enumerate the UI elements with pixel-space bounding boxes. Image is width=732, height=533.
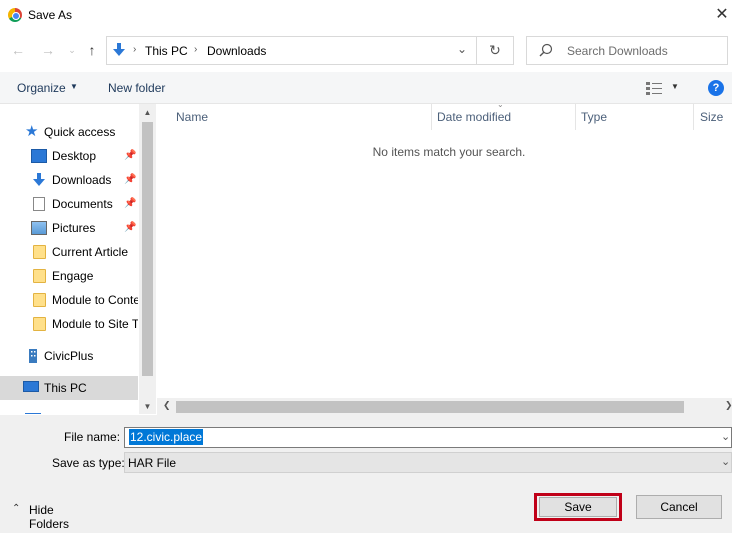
folder-icon [33, 293, 46, 307]
nav-item-documents[interactable]: Documents 📌 [0, 192, 138, 216]
nav-item-civicplus[interactable]: CivicPlus [0, 344, 138, 368]
nav-label: This PC [44, 381, 87, 395]
nav-item-this-pc[interactable]: This PC [0, 376, 138, 400]
search-icon [539, 43, 553, 57]
nav-item-quick-access[interactable]: ★ Quick access [0, 120, 138, 144]
navigation-pane[interactable]: ★ Quick access Desktop 📌 Downloads 📌 Doc… [0, 104, 156, 414]
search-placeholder: Search Downloads [567, 44, 668, 58]
scroll-down-icon[interactable]: ▼ [139, 398, 156, 415]
nav-label: Engage [52, 269, 94, 283]
command-bar: Organize ▼ New folder ▼ ? [0, 72, 732, 104]
file-name-label: File name: [64, 430, 121, 444]
hide-folders-label: Hide Folders [29, 503, 70, 531]
folder-icon [33, 269, 46, 283]
breadcrumb-separator[interactable]: › [194, 44, 197, 55]
building-icon [29, 349, 37, 363]
computer-icon [23, 381, 39, 392]
close-button[interactable]: ✕ [712, 5, 732, 25]
column-header-name[interactable]: Name [176, 104, 208, 130]
scroll-left-icon[interactable]: ❮ [163, 400, 171, 411]
column-header-size[interactable]: Size [700, 104, 723, 130]
window-title: Save As [28, 8, 73, 22]
caret-down-icon[interactable]: ▼ [70, 82, 78, 91]
nav-item-pictures[interactable]: Pictures 📌 [0, 216, 138, 240]
column-divider[interactable] [693, 104, 694, 130]
nav-item-module-to-site[interactable]: Module to Site T [0, 312, 138, 336]
search-input[interactable]: Search Downloads [526, 36, 728, 65]
new-folder-button[interactable]: New folder [108, 81, 165, 95]
nav-label: Module to Site T [52, 317, 138, 331]
file-name-value[interactable]: 12.civic.place [129, 429, 204, 445]
nav-label: Quick access [44, 125, 116, 139]
recent-locations-chevron-icon[interactable]: ⌄ [62, 40, 82, 60]
refresh-button[interactable]: ↻ [477, 36, 514, 65]
up-arrow-icon[interactable]: ↑ [82, 40, 102, 60]
caret-down-icon[interactable]: ▼ [671, 82, 679, 91]
nav-label: CivicPlus [44, 349, 94, 363]
horizontal-scroll-thumb[interactable] [176, 401, 684, 413]
nav-label: Pictures [52, 221, 96, 235]
column-divider[interactable] [431, 104, 432, 130]
chrome-icon [8, 8, 22, 22]
column-header-type[interactable]: Type [581, 104, 607, 130]
nav-item-downloads[interactable]: Downloads 📌 [0, 168, 138, 192]
pictures-icon [31, 221, 47, 235]
pin-icon: 📌 [124, 222, 137, 233]
column-divider[interactable] [575, 104, 576, 130]
nav-label: Documents [52, 197, 113, 211]
save-as-type-select[interactable]: HAR File ⌄ [124, 452, 732, 473]
caret-up-icon: ⌃ [12, 503, 21, 514]
pin-icon: 📌 [124, 198, 137, 209]
download-arrow-icon [33, 173, 45, 186]
save-form: File name: 12.civic.place ⌄ Save as type… [0, 415, 732, 533]
pin-icon: 📌 [124, 150, 137, 161]
desktop-icon [31, 149, 47, 163]
organize-button[interactable]: Organize [17, 81, 66, 95]
nav-item-module-to-content[interactable]: Module to Content [0, 288, 138, 312]
chevron-down-icon[interactable]: ⌄ [457, 42, 471, 56]
column-header-date-modified[interactable]: Date modified [437, 104, 511, 130]
save-button[interactable]: Save [539, 497, 617, 517]
nav-item-desktop[interactable]: Desktop 📌 [0, 144, 138, 168]
help-icon[interactable]: ? [708, 80, 724, 96]
download-arrow-icon [113, 43, 125, 56]
back-arrow-icon[interactable]: ← [8, 40, 28, 60]
nav-label: Downloads [52, 173, 112, 187]
nav-label: Module to Content [52, 293, 138, 307]
save-as-type-label: Save as type: [52, 456, 125, 470]
breadcrumb-this-pc[interactable]: This PC [145, 44, 188, 58]
star-icon: ★ [25, 123, 39, 140]
title-bar: Save As ✕ [0, 0, 732, 32]
address-bar[interactable]: › This PC › Downloads ⌄ [106, 36, 477, 65]
folder-icon [33, 245, 46, 259]
breadcrumb-separator: › [133, 44, 137, 55]
empty-message: No items match your search. [372, 145, 526, 159]
save-as-type-value: HAR File [128, 456, 177, 470]
breadcrumb-downloads[interactable]: Downloads [207, 44, 266, 58]
nav-item-engage[interactable]: Engage [0, 264, 138, 288]
forward-arrow-icon[interactable]: → [38, 40, 58, 60]
pin-icon: 📌 [124, 174, 137, 185]
folder-icon [33, 317, 46, 331]
view-options-icon[interactable] [646, 81, 662, 95]
scroll-up-icon[interactable]: ▲ [139, 104, 156, 121]
network-icon [25, 413, 41, 414]
chevron-down-icon[interactable]: ⌄ [721, 430, 730, 443]
scroll-right-icon[interactable]: ❯ [725, 400, 732, 411]
nav-label: Desktop [52, 149, 97, 163]
file-name-input[interactable]: 12.civic.place ⌄ [124, 427, 732, 448]
nav-scroll-thumb[interactable] [142, 122, 153, 376]
chevron-down-icon[interactable]: ⌄ [721, 455, 730, 468]
documents-icon [33, 197, 45, 211]
nav-item-network[interactable] [0, 408, 138, 414]
file-list[interactable]: Name ⌄ Date modified Type Size No items … [157, 100, 732, 414]
cancel-button[interactable]: Cancel [636, 495, 722, 519]
nav-item-current-article[interactable]: Current Article [0, 240, 138, 264]
nav-label: Current Article [52, 245, 129, 259]
